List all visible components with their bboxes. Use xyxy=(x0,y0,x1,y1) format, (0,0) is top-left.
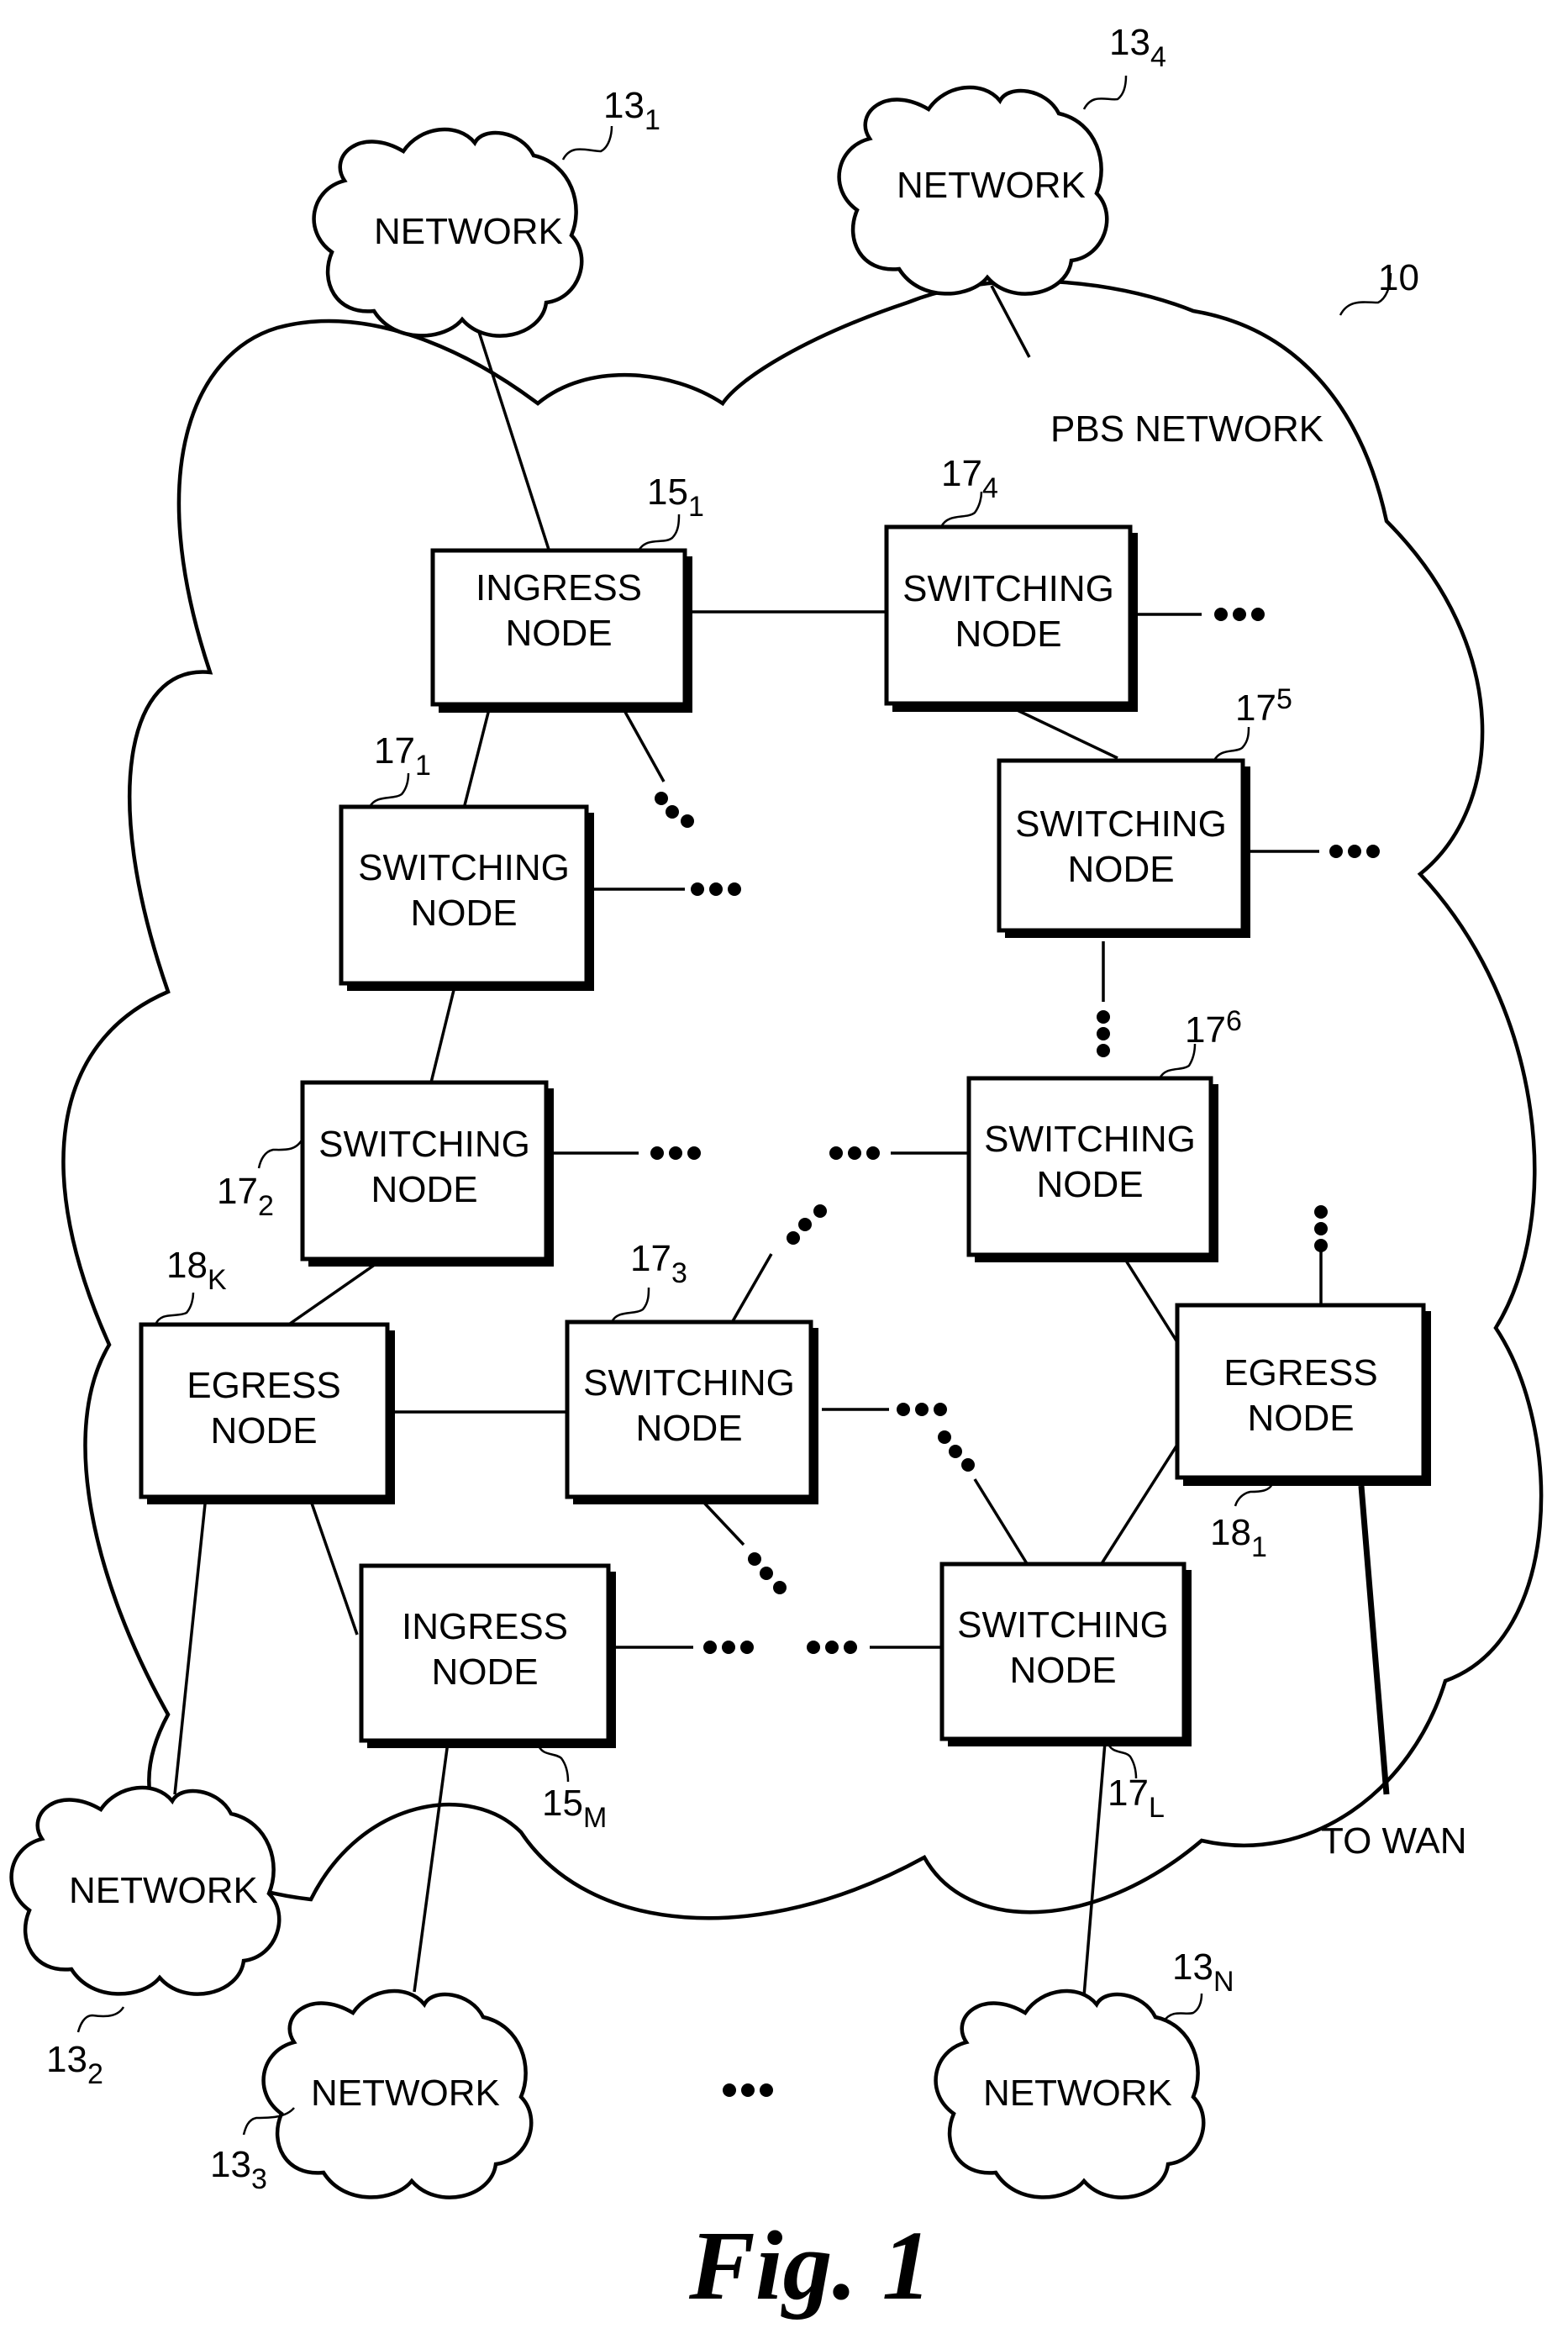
ellipsis-switch17-6 xyxy=(829,1146,880,1160)
ellipsis-switch17-L xyxy=(807,1641,857,1654)
switching-node-17-2: SWITCHING NODE xyxy=(300,1080,554,1267)
network-13-2-label: NETWORK xyxy=(69,1870,258,1911)
network-cloud-13-2: NETWORK xyxy=(12,1788,280,1994)
to-wan-label: TO WAN xyxy=(1321,1820,1467,1862)
pbs-network-cloud xyxy=(61,279,1544,1920)
egress-node-18-1: EGRESS NODE xyxy=(1175,1303,1431,1486)
ellipsis-ingress15-M xyxy=(703,1641,754,1654)
ref-13-3: 133 xyxy=(210,2144,267,2195)
node-label-line2: NODE xyxy=(1009,1650,1116,1691)
node-label-line1: SWITCHING xyxy=(902,568,1114,609)
ellipsis-switch17-4 xyxy=(1214,608,1265,621)
network-13-1-label: NETWORK xyxy=(374,211,563,252)
node-label-line2: NODE xyxy=(505,613,612,654)
network-cloud-13-4: NETWORK xyxy=(839,87,1108,294)
node-label-line1: INGRESS xyxy=(476,567,642,608)
network-13-N-label: NETWORK xyxy=(983,2073,1172,2114)
ref-13-N-leader xyxy=(1162,1993,1203,2022)
node-label-line1: EGRESS xyxy=(187,1365,340,1406)
node-label-line2: NODE xyxy=(1036,1164,1143,1205)
ref-13-1-leader xyxy=(561,125,613,161)
node-label-line1: SWITCHING xyxy=(984,1119,1196,1160)
switching-node-17-3: SWITCHING NODE xyxy=(565,1319,818,1504)
ellipsis-switch17-2 xyxy=(650,1146,701,1160)
node-label-line2: NODE xyxy=(371,1169,477,1210)
ellipsis-switch17-5-down xyxy=(1097,1010,1110,1057)
ellipsis-switch17-1 xyxy=(691,882,741,896)
switching-node-17-4: SWITCHING NODE xyxy=(884,524,1138,712)
node-label-line2: NODE xyxy=(431,1651,538,1693)
node-label-line2: NODE xyxy=(635,1408,742,1449)
egress-node-18-K: EGRESS NODE xyxy=(139,1322,395,1504)
node-label-line1: EGRESS xyxy=(1223,1352,1377,1393)
ingress-node-15-1: INGRESS NODE xyxy=(430,548,692,713)
ingress-node-15-M: INGRESS NODE xyxy=(359,1563,616,1748)
ellipsis-switch17-3-right xyxy=(897,1403,947,1416)
node-label-line2: NODE xyxy=(210,1410,317,1451)
node-label-line1: INGRESS xyxy=(402,1606,568,1647)
ref-13-4: 134 xyxy=(1109,22,1166,73)
network-cloud-13-3: NETWORK xyxy=(264,1991,532,2198)
ellipsis-networks xyxy=(723,2083,773,2097)
node-label-line1: SWITCHING xyxy=(583,1362,795,1404)
ref-13-4-leader xyxy=(1082,75,1128,110)
figure-caption: Fig. 1 xyxy=(688,2210,932,2320)
ref-13-2: 132 xyxy=(46,2039,103,2090)
network-13-4-label: NETWORK xyxy=(897,165,1086,206)
switching-node-17-L: SWITCHING NODE xyxy=(939,1562,1192,1746)
ellipsis-egress18-1-up xyxy=(1314,1205,1328,1252)
pbs-network-diagram: 10 PBS NETWORK NETWORK 131 NETWORK 134 N… xyxy=(0,22,1544,2320)
switching-node-17-1: SWITCHING NODE xyxy=(339,804,594,991)
node-label-line2: NODE xyxy=(410,893,517,934)
ref-13-N: 13N xyxy=(1172,1946,1234,1998)
node-label-line1: SWITCHING xyxy=(957,1604,1169,1646)
network-cloud-13-1: NETWORK xyxy=(314,129,582,336)
node-label-line1: SWITCHING xyxy=(358,847,570,888)
ref-10: 10 xyxy=(1378,257,1419,298)
ellipsis-switch17-5 xyxy=(1329,845,1380,858)
network-cloud-13-N: NETWORK xyxy=(936,1991,1204,2198)
ref-13-2-leader xyxy=(76,2006,125,2033)
network-13-3-label: NETWORK xyxy=(311,2073,500,2114)
switching-node-17-5: SWITCHING NODE xyxy=(997,758,1250,938)
node-label-line2: NODE xyxy=(1067,849,1174,890)
node-label-line1: SWITCHING xyxy=(1015,803,1227,845)
node-label-line1: SWITCHING xyxy=(318,1124,530,1165)
node-label-line2: NODE xyxy=(1247,1398,1354,1439)
switching-node-17-6: SWITCHING NODE xyxy=(966,1076,1218,1262)
node-label-line2: NODE xyxy=(955,614,1061,655)
pbs-network-label: PBS NETWORK xyxy=(1050,408,1323,450)
